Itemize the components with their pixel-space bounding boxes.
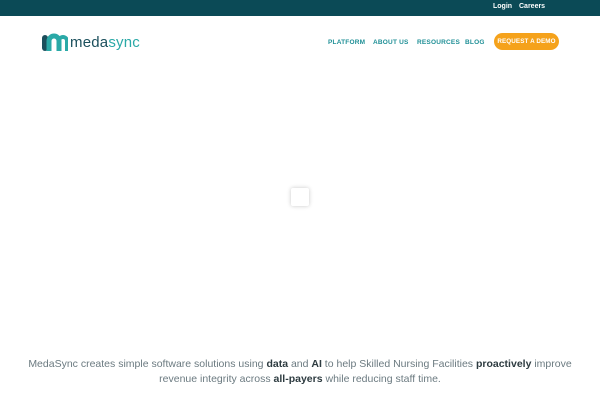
tagline-bold-data: data — [266, 358, 289, 370]
logo-wordmark-meda: meda — [70, 34, 109, 51]
tagline-bold-proactively: proactively — [475, 358, 532, 370]
tagline-bold-ai: AI — [311, 358, 322, 370]
tagline-text-3: to help Skilled Nursing Facilities — [321, 358, 476, 370]
tagline-bold-all-payers: all-payers — [273, 373, 323, 385]
nav-platform[interactable]: PLATFORM — [328, 38, 365, 48]
medasync-logo[interactable]: medasync — [42, 33, 152, 53]
logo-wordmark: medasync — [70, 34, 140, 52]
tagline-text-1: MedaSync creates simple software solutio… — [28, 358, 267, 370]
request-demo-button[interactable]: REQUEST A DEMO — [494, 33, 559, 50]
nav-resources[interactable]: RESOURCES — [417, 38, 460, 48]
nav-blog[interactable]: BLOG — [465, 38, 485, 48]
loading-spinner — [291, 188, 309, 206]
tagline-text-5: while reducing staff time. — [322, 373, 441, 385]
nav-about-us[interactable]: ABOUT US — [373, 38, 409, 48]
medasync-m-icon — [42, 33, 68, 51]
hero-tagline: MedaSync creates simple software solutio… — [20, 357, 580, 387]
login-link[interactable]: Login — [493, 2, 512, 12]
logo-wordmark-sync: sync — [108, 34, 140, 51]
site-header: medasync PLATFORM ABOUT US RESOURCES BLO… — [0, 16, 600, 72]
careers-link[interactable]: Careers — [519, 2, 545, 12]
top-utility-bar: Login Careers — [0, 0, 600, 16]
tagline-text-2: and — [288, 358, 312, 370]
